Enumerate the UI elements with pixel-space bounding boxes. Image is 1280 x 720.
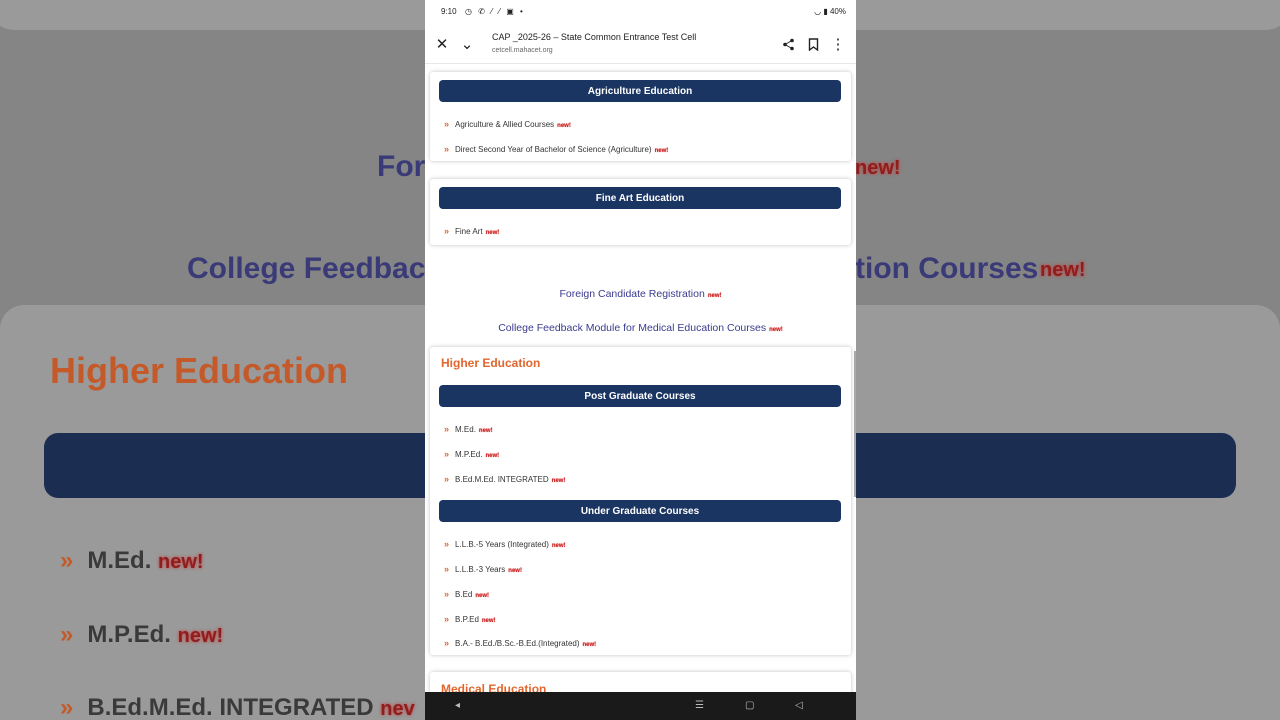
bg-tion-text: tion Courses bbox=[855, 252, 1039, 285]
under-graduate-heading: Under Graduate Courses bbox=[439, 500, 841, 522]
share-icon[interactable] bbox=[778, 34, 798, 54]
new-badge: new! bbox=[475, 593, 490, 599]
list-item[interactable]: » B.Ed new! bbox=[444, 589, 489, 599]
new-badge: new! bbox=[707, 293, 722, 299]
new-badge: new! bbox=[485, 230, 500, 236]
chevron-right-icon: » bbox=[444, 589, 450, 599]
page-url: cetcell.mahacet.org bbox=[492, 47, 553, 54]
list-item[interactable]: » B.A.- B.Ed./B.Sc.-B.Ed.(Integrated) new! bbox=[444, 638, 596, 648]
new-badge: new! bbox=[508, 568, 522, 574]
list-item[interactable]: » M.Ed. new! bbox=[444, 424, 493, 434]
foreign-registration-link[interactable]: Foreign Candidate Registration new! bbox=[425, 288, 856, 300]
chevron-right-icon: » bbox=[444, 474, 450, 484]
bg-college-text: College Feedbac bbox=[187, 252, 426, 285]
post-graduate-heading: Post Graduate Courses bbox=[439, 385, 841, 407]
chevron-right-icon: » bbox=[444, 119, 450, 129]
scrollbar[interactable] bbox=[854, 351, 856, 497]
status-bar: 9:10 ◷ ✆ ⁄ ⁄ ▣ • ◡ ▮ 40% bbox=[425, 0, 856, 24]
list-item[interactable]: » L.L.B.-3 Years new! bbox=[444, 564, 522, 574]
nav-home-icon[interactable]: ▢ bbox=[745, 700, 754, 711]
agriculture-heading: Agriculture Education bbox=[439, 80, 841, 102]
chevron-right-icon: » bbox=[444, 638, 450, 648]
chevron-down-icon[interactable]: ⌄ bbox=[457, 34, 477, 54]
chevron-right-icon: » bbox=[444, 144, 450, 154]
chevron-right-icon: » bbox=[444, 564, 450, 574]
fineart-heading: Fine Art Education bbox=[439, 187, 841, 209]
bg-item-med: » M.Ed. new! bbox=[60, 547, 204, 574]
status-notification-icons: ◷ ✆ ⁄ ⁄ ▣ • bbox=[465, 7, 525, 16]
close-icon[interactable]: ✕ bbox=[432, 34, 452, 54]
browser-toolbar: ✕ ⌄ CAP _2025-26 – State Common Entrance… bbox=[425, 24, 856, 64]
medical-education-card: Medical Education bbox=[430, 672, 851, 692]
chevron-right-icon: » bbox=[444, 424, 450, 434]
list-item[interactable]: » Agriculture & Allied Courses new! bbox=[444, 119, 571, 129]
medical-education-title: Medical Education bbox=[441, 682, 547, 692]
list-item[interactable]: » L.L.B.-5 Years (Integrated) new! bbox=[444, 539, 566, 549]
chevron-right-icon: » bbox=[444, 614, 450, 624]
status-time: 9:10 bbox=[441, 7, 457, 16]
bg-higher-title: Higher Education bbox=[50, 350, 349, 391]
new-badge: new! bbox=[769, 327, 783, 333]
page-content: Agriculture Education » Agriculture & All… bbox=[425, 64, 856, 692]
new-badge: new! bbox=[654, 148, 669, 154]
wifi-icon: ◡ ▮ bbox=[814, 7, 830, 16]
fineart-card: Fine Art Education » Fine Art new! bbox=[430, 179, 851, 245]
agriculture-card: Agriculture Education » Agriculture & All… bbox=[430, 72, 851, 161]
bg-item-bedmed: » B.Ed.M.Ed. INTEGRATED nev bbox=[60, 694, 415, 720]
new-badge: new! bbox=[557, 123, 571, 129]
nav-back-small-icon[interactable]: ◂ bbox=[455, 700, 460, 711]
new-badge: new! bbox=[551, 543, 566, 549]
bg-new-badge: new! bbox=[855, 157, 901, 179]
list-item[interactable]: » Fine Art new! bbox=[444, 226, 499, 236]
phone-screen: 9:10 ◷ ✆ ⁄ ⁄ ▣ • ◡ ▮ 40% ✕ ⌄ CAP _2025-2… bbox=[425, 0, 856, 720]
list-item[interactable]: » B.Ed.M.Ed. INTEGRATED new! bbox=[444, 474, 565, 484]
new-badge: new! bbox=[551, 478, 566, 484]
new-badge: new! bbox=[582, 642, 597, 648]
bg-item-mped: » M.P.Ed. new! bbox=[60, 621, 224, 648]
new-badge: new! bbox=[485, 453, 500, 459]
system-nav-bar: ◂ ☰ ▢ ◁ bbox=[425, 692, 856, 720]
page-title: CAP _2025-26 – State Common Entrance Tes… bbox=[492, 32, 697, 42]
new-badge: new! bbox=[478, 428, 493, 434]
higher-education-card: Higher Education Post Graduate Courses »… bbox=[430, 347, 851, 655]
chevron-right-icon: » bbox=[444, 449, 450, 459]
nav-menu-icon[interactable]: ☰ bbox=[695, 700, 704, 711]
new-badge: new! bbox=[481, 618, 496, 624]
status-battery: ◡ ▮ 40% bbox=[814, 7, 846, 16]
chevron-right-icon: » bbox=[444, 226, 450, 236]
higher-education-title: Higher Education bbox=[441, 356, 541, 370]
chevron-right-icon: » bbox=[444, 539, 450, 549]
bookmark-icon[interactable] bbox=[803, 34, 823, 54]
college-feedback-link[interactable]: College Feedback Module for Medical Educ… bbox=[425, 322, 856, 334]
list-item[interactable]: » Direct Second Year of Bachelor of Scien… bbox=[444, 144, 668, 154]
list-item[interactable]: » M.P.Ed. new! bbox=[444, 449, 499, 459]
list-item[interactable]: » B.P.Ed new! bbox=[444, 614, 496, 624]
bg-new-badge-2: new! bbox=[1040, 259, 1086, 281]
nav-back-icon[interactable]: ◁ bbox=[795, 700, 803, 711]
more-options-icon[interactable]: ⋮ bbox=[828, 34, 848, 54]
